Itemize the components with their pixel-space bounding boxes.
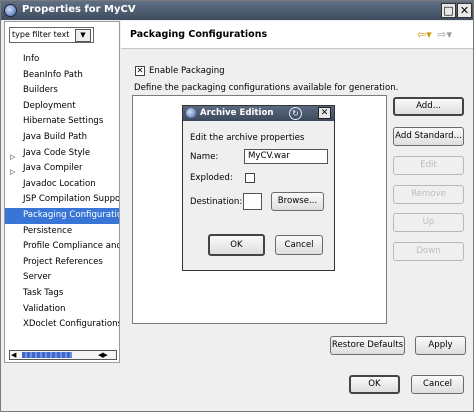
dialog-title-bar[interactable]: Archive Edition ↻ ✕ xyxy=(183,106,334,121)
expand-arrow-icon[interactable]: ▷ xyxy=(10,150,15,162)
dialog-ok-button[interactable]: OK xyxy=(208,234,265,256)
down-button-label: Down xyxy=(416,246,441,256)
tree-item[interactable]: Task Tags xyxy=(5,286,119,302)
up-button-label: Up xyxy=(422,217,435,227)
tree-item-label: Persistence xyxy=(23,225,73,236)
dialog-close-button[interactable]: ✕ xyxy=(318,107,331,119)
scroll-left-icon[interactable]: ◀ xyxy=(11,351,16,359)
tree-item[interactable]: BeanInfo Path xyxy=(5,68,119,84)
close-button[interactable]: ✕ xyxy=(457,3,472,18)
enable-packaging-label: Enable Packaging xyxy=(149,66,225,76)
tree-item[interactable]: Builders xyxy=(5,83,119,99)
back-arrow-icon[interactable]: ⇦▾ xyxy=(417,28,432,41)
dialog-title: Archive Edition xyxy=(200,108,274,118)
apply-button-label: Apply xyxy=(428,340,453,350)
tree-item[interactable]: Project References xyxy=(5,255,119,271)
tree-item[interactable]: Java Build Path xyxy=(5,130,119,146)
page-header: Packaging Configurations ⇦▾ ⇨▾ xyxy=(121,21,473,49)
exploded-checkbox[interactable] xyxy=(245,173,255,183)
tree-item[interactable]: Server xyxy=(5,270,119,286)
swirl-logo-icon: ↻ xyxy=(289,107,302,120)
add-button-label: Add... xyxy=(416,101,441,111)
add-standard-button-label: Add Standard... xyxy=(395,131,462,141)
property-pages-pane: type filter text ▼ Info BeanInfo Path Buil… xyxy=(4,21,120,363)
dialog-heading: Edit the archive properties xyxy=(190,133,305,143)
dialog-cancel-button[interactable]: Cancel xyxy=(275,235,323,255)
expand-arrow-icon[interactable]: ▷ xyxy=(10,165,15,177)
properties-window: Properties for MyCV □ ✕ type filter text… xyxy=(0,0,474,412)
tree-item-label: Info xyxy=(23,54,40,64)
archive-edition-dialog: Archive Edition ↻ ✕ Edit the archive pro… xyxy=(182,105,335,271)
cancel-button-label: Cancel xyxy=(422,379,453,389)
title-bar[interactable]: Properties for MyCV □ ✕ xyxy=(1,1,473,20)
apply-button[interactable]: Apply xyxy=(415,336,466,355)
tree-item-label: Deployment xyxy=(23,100,76,111)
tree-item-label: Hibernate Settings xyxy=(23,116,104,127)
tree-item-label: Java Build Path xyxy=(23,131,88,142)
tree-item[interactable]: ▷ Java Code Style xyxy=(5,146,119,162)
scroll-right-icon[interactable]: ◀▶ xyxy=(98,351,108,359)
window-title: Properties for MyCV xyxy=(22,4,136,15)
exploded-label: Exploded: xyxy=(190,173,233,183)
history-navigation: ⇦▾ ⇨▾ xyxy=(417,28,454,41)
add-standard-button[interactable]: Add Standard... xyxy=(393,127,464,146)
chevron-down-icon[interactable]: ▼ xyxy=(75,29,91,42)
add-button[interactable]: Add... xyxy=(393,97,464,116)
eclipse-app-icon xyxy=(4,4,17,17)
restore-defaults-label: Restore Defaults xyxy=(331,340,404,350)
name-label: Name: xyxy=(190,152,219,162)
horizontal-scrollbar[interactable]: ◀ ◀▶ xyxy=(9,350,117,360)
browse-button[interactable]: Browse... xyxy=(271,192,324,211)
tree-item[interactable]: JSP Compilation Suppor xyxy=(5,192,119,208)
remove-button-label: Remove xyxy=(411,189,446,199)
tree-item[interactable]: Packaging Configuratio xyxy=(5,207,119,224)
tree-item[interactable]: Javadoc Location xyxy=(5,177,119,193)
tree-item[interactable]: Validation xyxy=(5,302,119,318)
dialog-ok-label: OK xyxy=(230,240,243,250)
tree-item-label: Java Compiler xyxy=(23,163,83,174)
forward-arrow-icon[interactable]: ⇨▾ xyxy=(437,28,452,41)
down-button[interactable]: Down xyxy=(393,242,464,261)
tree-item[interactable]: Profile Compliance and xyxy=(5,239,119,255)
ok-button-label: OK xyxy=(368,379,381,389)
tree-item-label: Javadoc Location xyxy=(23,178,96,189)
tree-item[interactable]: Hibernate Settings xyxy=(5,114,119,130)
tree-item[interactable]: Deployment xyxy=(5,99,119,115)
tree-item-label: Task Tags xyxy=(23,287,64,298)
tree-item-label: BeanInfo Path xyxy=(23,69,83,80)
tree-item-label: XDoclet Configurations xyxy=(23,319,119,330)
scrollbar-thumb[interactable] xyxy=(22,352,72,358)
tree-item-label: Validation xyxy=(23,303,66,314)
tree-item-label: Java Code Style xyxy=(23,147,91,158)
up-button[interactable]: Up xyxy=(393,213,464,232)
tree-item-label: Profile Compliance and xyxy=(23,241,119,252)
ok-button[interactable]: OK xyxy=(349,375,400,394)
remove-button[interactable]: Remove xyxy=(393,185,464,204)
tree-item[interactable]: XDoclet Configurations xyxy=(5,317,119,333)
destination-label: Destination: xyxy=(190,197,243,207)
name-field[interactable]: MyCV.war xyxy=(244,149,328,164)
tree-item[interactable]: Persistence xyxy=(5,224,119,240)
maximize-button[interactable]: □ xyxy=(441,3,456,18)
property-pages-tree: Info BeanInfo Path Builders Deployment Hiber… xyxy=(5,52,119,333)
edit-button-label: Edit xyxy=(420,160,437,170)
tree-item-label: Packaging Configuratio xyxy=(23,209,119,220)
page-title: Packaging Configurations xyxy=(130,29,268,40)
tree-item-label: Builders xyxy=(23,85,58,96)
restore-defaults-button[interactable]: Restore Defaults xyxy=(330,336,405,355)
destination-field[interactable] xyxy=(243,193,262,210)
browse-button-label: Browse... xyxy=(277,196,318,206)
edit-button[interactable]: Edit xyxy=(393,156,464,175)
tree-item-label: Server xyxy=(23,272,52,283)
tree-item-label: Project References xyxy=(23,256,103,267)
dialog-cancel-label: Cancel xyxy=(284,240,314,250)
tree-item-label: JSP Compilation Suppor xyxy=(23,194,119,205)
cancel-button[interactable]: Cancel xyxy=(411,375,464,394)
page-description: Define the packaging configurations avai… xyxy=(134,83,399,93)
tree-item[interactable]: ▷ Java Compiler xyxy=(5,161,119,177)
eclipse-dialog-icon xyxy=(186,108,196,118)
enable-packaging-checkbox[interactable]: ✕ xyxy=(135,66,145,76)
tree-item[interactable]: Info xyxy=(5,52,119,68)
